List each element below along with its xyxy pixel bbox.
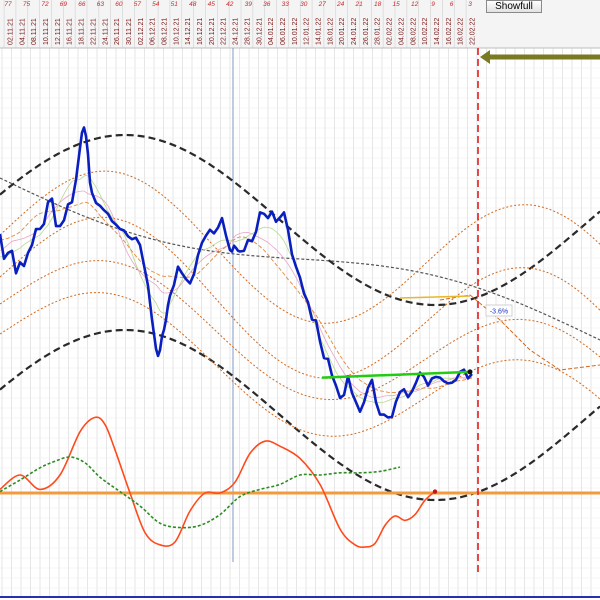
countdown-label: 3 [468,1,472,8]
countdown-label: 57 [134,1,142,8]
trend-endpoint [467,369,473,375]
countdown-label: 24 [336,1,345,8]
showfull-button[interactable]: Showfull [486,0,542,13]
countdown-label: 27 [318,1,327,8]
date-tick-label: 10.12.21 [173,18,180,45]
countdown-label: 69 [60,1,68,8]
date-tick-label: 22.11.21 [90,18,97,45]
countdown-label: 72 [41,1,49,8]
date-tick-label: 12.11.21 [55,18,62,45]
countdown-label: 12 [411,1,419,8]
date-tick-label: 16.02.22 [446,18,453,45]
date-tick-label: 20.12.21 [209,18,216,45]
countdown-label: 30 [300,1,308,8]
date-tick-label: 16.12.21 [197,18,204,45]
countdown-label: 63 [97,1,105,8]
countdown-label: 66 [78,1,86,8]
date-tick-label: 26.11.21 [114,18,121,45]
date-tick-label: 08.02.22 [410,18,417,45]
date-tick-label: 18.02.22 [458,18,465,45]
date-tick-label: 06.01.22 [280,18,287,45]
countdown-label: 45 [208,1,216,8]
date-tick-label: 04.11.21 [19,18,26,45]
countdown-label: 21 [354,1,363,8]
countdown-label: 36 [263,1,271,8]
date-tick-label: 12.01.22 [304,18,311,45]
countdown-label: 39 [245,1,253,8]
date-tick-label: 30.11.21 [126,18,133,45]
date-tick-label: 02.12.21 [138,18,145,45]
change-annotation: -3.6% [485,304,513,317]
date-tick-label: 24.11.21 [102,18,109,45]
countdown-label: 77 [4,1,12,8]
countdown-label: 60 [115,1,123,8]
chart-window: 02.11.21 04.11.21 08.11.21 10.11.21 12.11.21… [0,0,600,600]
date-tick-label: 30.12.21 [256,18,263,45]
countdown-label: 33 [282,1,290,8]
date-tick-label: 08.12.21 [162,18,169,45]
date-tick-label: 10.02.22 [422,18,429,45]
date-tick-label: 28.01.22 [375,18,382,45]
countdown-label: 48 [189,1,197,8]
date-tick-label: 04.02.22 [398,18,405,45]
date-tick-label: 28.12.21 [244,18,251,45]
date-tick-label: 04.01.22 [268,18,275,45]
date-tick-label: 22.02.22 [470,18,477,45]
date-tick-label: 18.11.21 [79,18,86,45]
date-tick-label: 14.02.22 [434,18,441,45]
date-tick-label: 26.01.22 [363,18,370,45]
countdown-label: 75 [23,1,31,8]
countdown-label: 6 [450,1,454,8]
date-tick-label: 06.12.21 [150,18,157,45]
countdown-label: 54 [152,1,160,8]
date-tick-label: 24.12.21 [233,18,240,45]
plot-background [0,0,600,600]
date-tick-label: 18.01.22 [327,18,334,45]
date-tick-label: 02.02.22 [387,18,394,45]
date-tick-label: 20.01.22 [339,18,346,45]
date-tick-label: 10.01.22 [292,18,299,45]
annotation-text: -3.6% [490,309,508,316]
date-tick-label: 24.01.22 [351,18,358,45]
date-tick-label: 14.12.21 [185,18,192,45]
date-tick-label: 08.11.21 [31,18,38,45]
countdown-label: 42 [226,1,234,8]
countdown-label: 18 [374,1,382,8]
date-tick-label: 22.12.21 [221,18,228,45]
date-tick-label: 16.11.21 [67,18,74,45]
countdown-label: 15 [392,1,400,8]
oscillator-endpoint [432,489,438,494]
countdown-label: 9 [431,1,435,8]
date-tick-label: 10.11.21 [43,18,50,45]
date-tick-label: 02.11.21 [8,18,15,45]
price-chart: 02.11.21 04.11.21 08.11.21 10.11.21 12.11.21… [0,0,600,600]
countdown-label: 51 [171,1,179,8]
date-tick-label: 14.01.22 [316,18,323,45]
